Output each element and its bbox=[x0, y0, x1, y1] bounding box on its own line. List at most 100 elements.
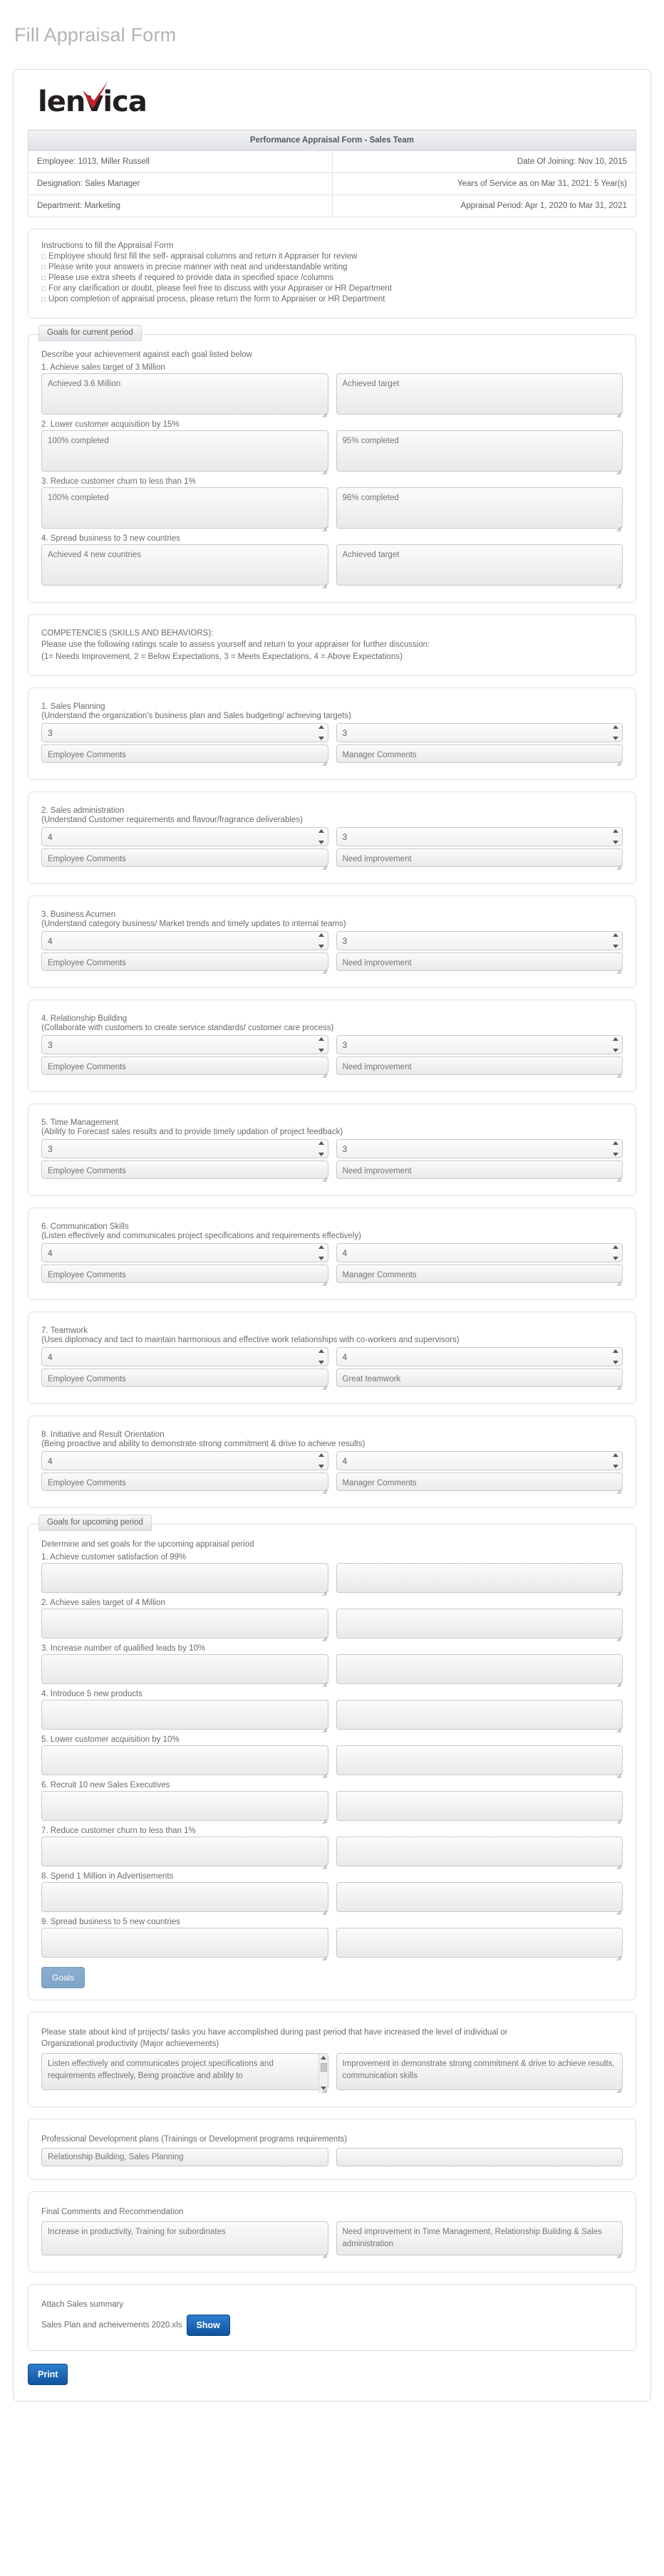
manager-rating-stepper[interactable] bbox=[336, 827, 623, 847]
upcoming-goal-label: 2. Achieve sales target of 4 Million bbox=[41, 1598, 165, 1607]
attachment-section: Attach Sales summary Sales Plan and ache… bbox=[28, 2283, 636, 2352]
employee-comments-input[interactable] bbox=[41, 1368, 328, 1388]
development-manager-input[interactable] bbox=[336, 2148, 623, 2167]
upcoming-goal-employee-input[interactable] bbox=[41, 1881, 328, 1912]
final-comments-manager-input[interactable] bbox=[336, 2221, 623, 2255]
manager-rating-stepper[interactable] bbox=[336, 1451, 623, 1471]
print-row: Print bbox=[28, 2364, 636, 2386]
current-goal-employee-input[interactable] bbox=[41, 430, 328, 472]
competency-title: 3. Business Acumen bbox=[41, 910, 116, 920]
upcoming-goal-employee-input[interactable] bbox=[41, 1562, 328, 1593]
upcoming-goal-manager-input[interactable] bbox=[336, 1745, 623, 1775]
upcoming-goal-label: 9. Spread business to 5 new countries bbox=[41, 1917, 180, 1926]
upcoming-goal-employee-input[interactable] bbox=[41, 1836, 328, 1866]
upcoming-goal-manager-input[interactable] bbox=[336, 1790, 623, 1821]
upcoming-goal-employee-input[interactable] bbox=[41, 1699, 328, 1730]
upcoming-goal-employee-input[interactable] bbox=[41, 1790, 328, 1821]
final-comments-employee-input[interactable] bbox=[41, 2221, 328, 2255]
print-button[interactable]: Print bbox=[28, 2364, 68, 2386]
upcoming-goal-row bbox=[41, 1653, 623, 1688]
employee-rating-stepper[interactable] bbox=[41, 1139, 328, 1159]
competency-description: (Ability to Forecast sales results and t… bbox=[41, 1128, 343, 1137]
competency-block-4: 4. Relationship Building (Collaborate wi… bbox=[28, 999, 636, 1093]
current-goal-label: 2. Lower customer acquisition by 15% bbox=[41, 420, 180, 429]
employee-rating-stepper[interactable] bbox=[41, 1347, 328, 1367]
manager-comments-input[interactable] bbox=[336, 744, 623, 764]
competency-description: (Being proactive and ability to demonstr… bbox=[41, 1440, 365, 1449]
upcoming-goal-employee-input[interactable] bbox=[41, 1653, 328, 1684]
employee-rating-stepper[interactable] bbox=[41, 931, 328, 951]
current-goals-intro: Describe your achievement against each g… bbox=[41, 350, 252, 360]
employee-comments-input[interactable] bbox=[41, 1160, 328, 1180]
upcoming-goal-label: 8. Spend 1 Million in Advertisements bbox=[41, 1871, 174, 1881]
current-goal-employee-input[interactable] bbox=[41, 544, 328, 586]
upcoming-goal-manager-input[interactable] bbox=[336, 1653, 623, 1684]
achievements-employee-input[interactable] bbox=[41, 2052, 328, 2090]
employee-rating-stepper[interactable] bbox=[41, 827, 328, 847]
manager-rating-stepper[interactable] bbox=[336, 931, 623, 951]
manager-rating-stepper[interactable] bbox=[336, 1243, 623, 1263]
manager-comments-input[interactable] bbox=[336, 1264, 623, 1284]
manager-comments-input[interactable] bbox=[336, 848, 623, 868]
employee-comments-input[interactable] bbox=[41, 848, 328, 868]
upcoming-goal-manager-input[interactable] bbox=[336, 1562, 623, 1593]
upcoming-goal-manager-input[interactable] bbox=[336, 1836, 623, 1866]
current-goal-employee-input[interactable] bbox=[41, 373, 328, 415]
upcoming-goal-row bbox=[41, 1881, 623, 1916]
competency-description: (Listen effectively and communicates pro… bbox=[41, 1232, 361, 1241]
employee-details-table: Performance Appraisal Form - Sales Team … bbox=[28, 130, 636, 218]
upcoming-goal-employee-input[interactable] bbox=[41, 1745, 328, 1775]
employee-cell: Employee: 1013, Miller Russell bbox=[28, 150, 333, 174]
employee-comments-input[interactable] bbox=[41, 952, 328, 972]
manager-comments-input[interactable] bbox=[336, 1160, 623, 1180]
competency-comments-row bbox=[41, 848, 623, 871]
achievements-manager-input[interactable] bbox=[336, 2052, 623, 2090]
manager-rating-stepper[interactable] bbox=[336, 723, 623, 743]
current-goal-manager-input[interactable] bbox=[336, 430, 623, 472]
competency-rating-row bbox=[41, 1243, 623, 1263]
manager-comments-input[interactable] bbox=[336, 1056, 623, 1076]
employee-comments-input[interactable] bbox=[41, 744, 328, 764]
competency-rating-row bbox=[41, 827, 623, 847]
upcoming-goal-employee-input[interactable] bbox=[41, 1608, 328, 1638]
years-of-service-cell: Years of Service as on Mar 31, 2021: 5 Y… bbox=[331, 172, 636, 196]
textarea-scrollbar[interactable] bbox=[318, 2053, 328, 2093]
manager-comments-input[interactable] bbox=[336, 952, 623, 972]
competency-description: (Understand Customer requirements and fl… bbox=[41, 816, 303, 825]
upcoming-goal-manager-input[interactable] bbox=[336, 1927, 623, 1958]
manager-rating-stepper[interactable] bbox=[336, 1347, 623, 1367]
competency-block-8: 8. Initiative and Result Orientation (Be… bbox=[28, 1416, 636, 1509]
scroll-thumb bbox=[320, 2062, 327, 2072]
employee-comments-input[interactable] bbox=[41, 1056, 328, 1076]
employee-comments-input[interactable] bbox=[41, 1264, 328, 1284]
current-goal-manager-input[interactable] bbox=[336, 487, 623, 529]
employee-comments-input[interactable] bbox=[41, 1473, 328, 1492]
achievements-prompt-line1: Please state about kind of projects/ tas… bbox=[41, 2027, 508, 2037]
goals-button[interactable]: Goals bbox=[41, 1966, 85, 1988]
employee-rating-stepper[interactable] bbox=[41, 1035, 328, 1055]
upcoming-goal-manager-input[interactable] bbox=[336, 1608, 623, 1638]
competency-block-2: 2. Sales administration (Understand Cust… bbox=[28, 791, 636, 885]
current-goal-manager-input[interactable] bbox=[336, 544, 623, 586]
attachment-prompt: Attach Sales summary bbox=[41, 2300, 124, 2309]
competency-rating-row bbox=[41, 1451, 623, 1471]
current-goal-manager-input[interactable] bbox=[336, 373, 623, 415]
show-attachment-button[interactable]: Show bbox=[186, 2315, 230, 2337]
current-goal-row bbox=[41, 430, 623, 475]
manager-rating-stepper[interactable] bbox=[336, 1139, 623, 1159]
employee-rating-stepper[interactable] bbox=[41, 723, 328, 743]
development-employee-input[interactable] bbox=[41, 2148, 328, 2167]
upcoming-goal-employee-input[interactable] bbox=[41, 1927, 328, 1958]
table-row: Employee: 1013, Miller Russell Date Of J… bbox=[28, 150, 636, 174]
manager-comments-input[interactable] bbox=[336, 1368, 623, 1388]
competency-description: (Understand the organization's business … bbox=[41, 712, 352, 721]
upcoming-goal-manager-input[interactable] bbox=[336, 1699, 623, 1730]
current-goal-employee-input[interactable] bbox=[41, 487, 328, 529]
current-goal-label: 1. Achieve sales target of 3 Million bbox=[41, 363, 165, 372]
competency-rating-row bbox=[41, 1139, 623, 1159]
manager-comments-input[interactable] bbox=[336, 1473, 623, 1492]
manager-rating-stepper[interactable] bbox=[336, 1035, 623, 1055]
employee-rating-stepper[interactable] bbox=[41, 1243, 328, 1263]
upcoming-goal-manager-input[interactable] bbox=[336, 1881, 623, 1912]
employee-rating-stepper[interactable] bbox=[41, 1451, 328, 1471]
